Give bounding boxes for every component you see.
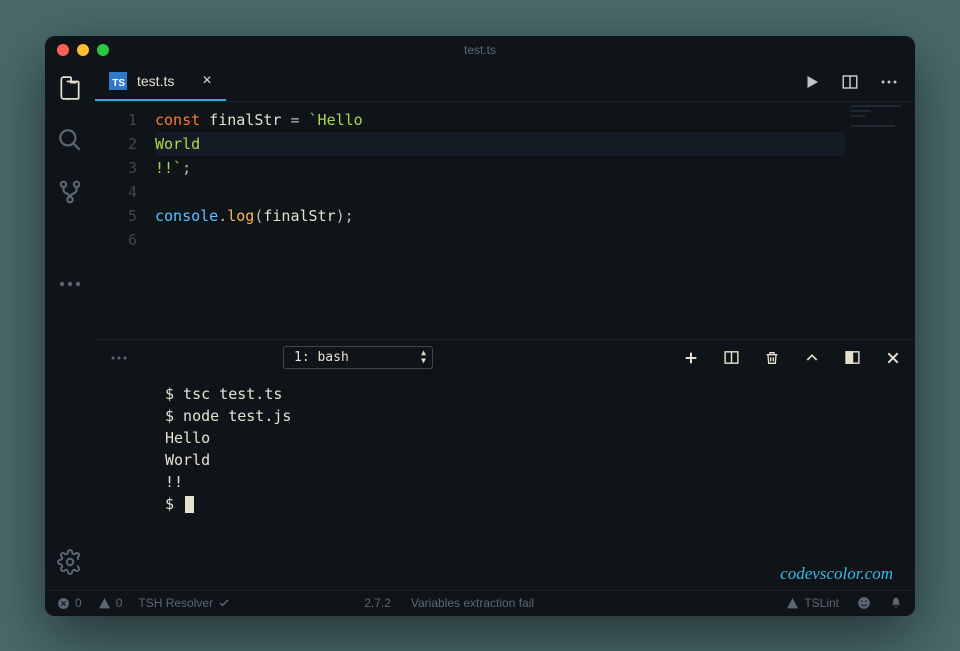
tabs-row: TS test.ts × [95, 64, 915, 102]
code-line[interactable] [155, 180, 915, 204]
status-resolver[interactable]: TSH Resolver [138, 596, 230, 610]
tab-label: test.ts [137, 73, 174, 89]
code-line[interactable] [155, 228, 915, 252]
main-column: TS test.ts × 123456 [95, 64, 915, 590]
code-line[interactable]: !!`; [155, 156, 915, 180]
status-version[interactable]: 2.7.2 [364, 596, 391, 610]
terminal-cursor [185, 496, 194, 513]
typescript-file-icon: TS [109, 72, 127, 90]
terminal-line: Hello [165, 427, 915, 449]
run-icon[interactable] [803, 73, 821, 91]
editor-more-icon[interactable] [879, 79, 899, 85]
code-line[interactable]: World [155, 132, 915, 156]
line-number: 5 [95, 204, 137, 228]
split-terminal-icon[interactable] [723, 349, 740, 366]
tab-test-ts[interactable]: TS test.ts × [95, 64, 226, 101]
panel-toolbar: 1: bash ▲▼ [95, 339, 915, 375]
terminal-line: $ tsc test.ts [165, 383, 915, 405]
close-panel-icon[interactable] [885, 350, 901, 366]
terminal-line: $ [165, 493, 915, 515]
status-bell-icon[interactable] [889, 596, 903, 610]
explorer-icon[interactable] [56, 74, 84, 102]
dropdown-arrows-icon: ▲▼ [421, 349, 426, 365]
kill-terminal-icon[interactable] [764, 349, 780, 367]
line-gutter: 123456 [95, 102, 155, 340]
code-area[interactable]: const finalStr = `HelloWorld!!`; console.… [155, 102, 915, 340]
settings-gear-icon[interactable] [56, 548, 84, 576]
status-extraction[interactable]: Variables extraction fail [411, 596, 534, 610]
watermark: codevscolor.com [780, 564, 893, 584]
maximize-panel-icon[interactable] [804, 350, 820, 366]
code-line[interactable]: const finalStr = `Hello [155, 108, 915, 132]
split-editor-icon[interactable] [841, 73, 859, 91]
status-warnings[interactable]: 0 [98, 596, 123, 610]
line-number: 2 [95, 132, 137, 156]
terminal-selector-label: 1: bash [294, 350, 349, 365]
new-terminal-icon[interactable] [683, 350, 699, 366]
terminal[interactable]: $ tsc test.ts$ node test.jsHelloWorld!!$ [95, 375, 915, 589]
tab-close-icon[interactable]: × [202, 72, 211, 90]
source-control-icon[interactable] [56, 178, 84, 206]
search-icon[interactable] [56, 126, 84, 154]
editor-actions [803, 64, 915, 101]
panel-more-icon[interactable] [109, 355, 129, 361]
terminal-line: !! [165, 471, 915, 493]
status-errors[interactable]: 0 [57, 596, 82, 610]
line-number: 3 [95, 156, 137, 180]
line-number: 1 [95, 108, 137, 132]
line-number: 4 [95, 180, 137, 204]
terminal-line: World [165, 449, 915, 471]
toggle-panel-icon[interactable] [844, 349, 861, 366]
terminal-line: $ node test.js [165, 405, 915, 427]
body: TS test.ts × 123456 [45, 64, 915, 590]
window-title: test.ts [45, 43, 915, 57]
code-line[interactable]: console.log(finalStr); [155, 204, 915, 228]
status-tslint[interactable]: TSLint [786, 596, 839, 610]
status-feedback-icon[interactable] [857, 596, 871, 610]
minimap[interactable] [845, 102, 915, 340]
code-editor[interactable]: 123456 const finalStr = `HelloWorld!!`;c… [95, 102, 915, 340]
more-actions-icon[interactable] [56, 270, 84, 298]
terminal-selector[interactable]: 1: bash ▲▼ [283, 346, 433, 369]
titlebar: test.ts [45, 36, 915, 64]
activity-bar [45, 64, 95, 590]
line-number: 6 [95, 228, 137, 252]
status-bar: 0 0 TSH Resolver 2.7.2 Variables extract… [45, 590, 915, 616]
editor-window: test.ts TS test.t [45, 36, 915, 616]
